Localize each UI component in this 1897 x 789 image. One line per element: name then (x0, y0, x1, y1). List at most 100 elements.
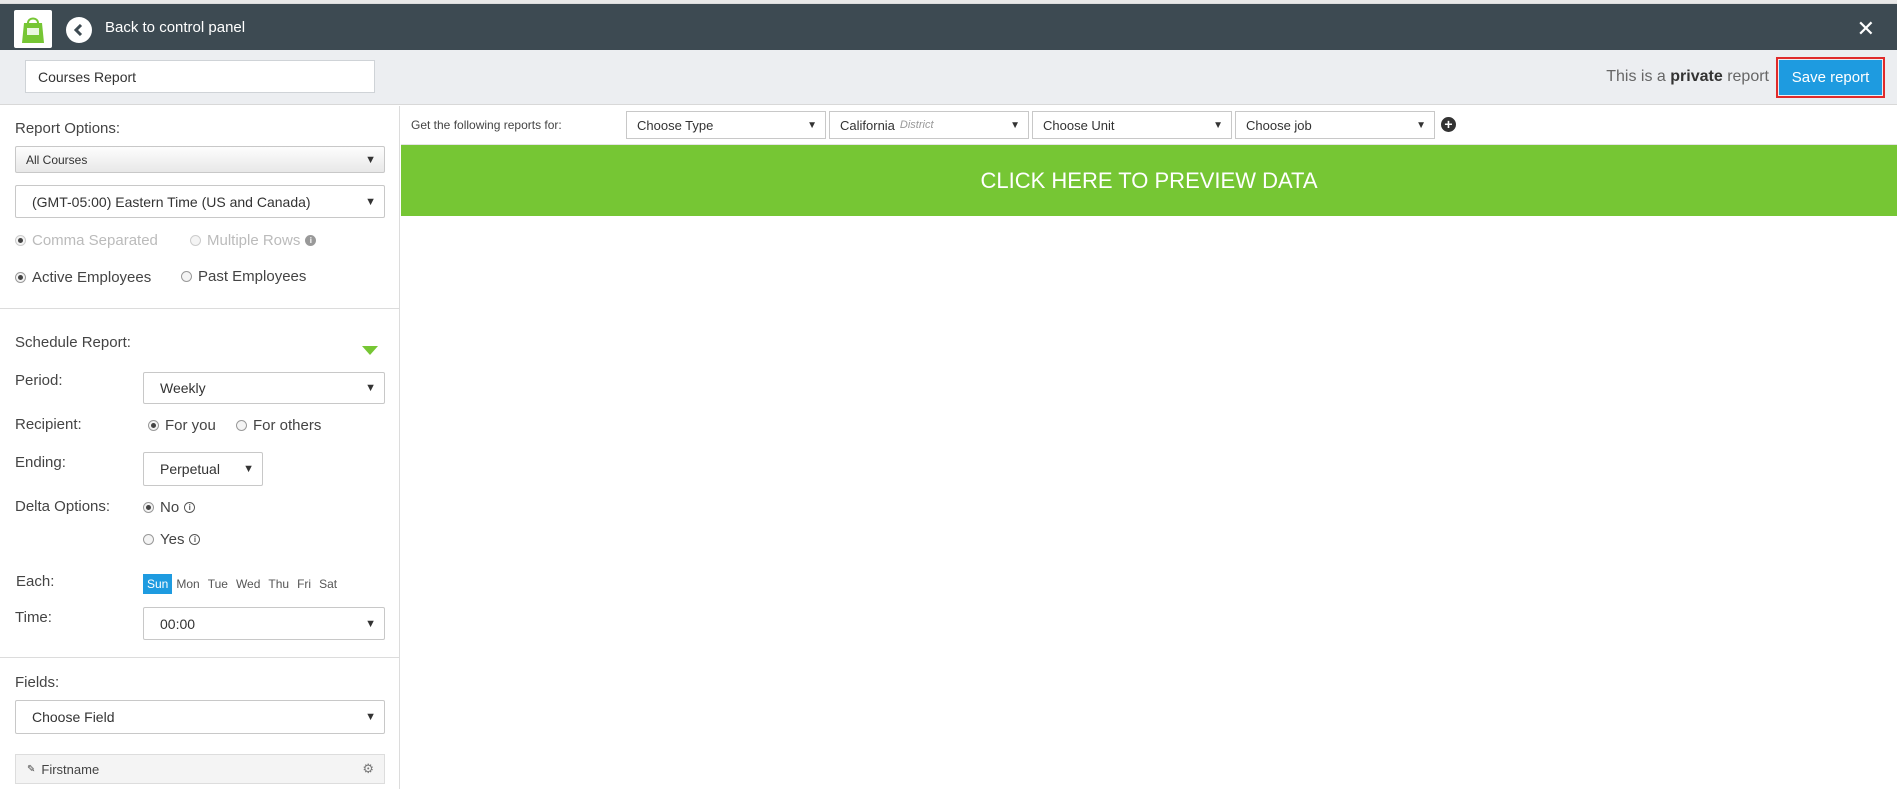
recipient-others-label: For others (253, 417, 322, 434)
field-item-label: Firstname (41, 761, 100, 777)
active-employees-label: Active Employees (32, 269, 152, 286)
day-sat[interactable]: Sat (315, 574, 341, 594)
save-report-button[interactable]: Save report (1779, 60, 1882, 95)
chevron-left-icon (73, 24, 83, 36)
back-to-control-panel-link[interactable]: Back to control panel (105, 19, 245, 36)
format-rows-radio[interactable]: Multiple Rows i (190, 232, 317, 249)
privacy-suffix: report (1727, 68, 1769, 85)
choose-type-value: Choose Type (637, 117, 714, 133)
info-icon[interactable]: i (189, 534, 201, 545)
delta-no-radio[interactable]: No i (143, 499, 196, 516)
preview-data-button[interactable]: CLICK HERE TO PREVIEW DATA (401, 145, 1897, 216)
courses-select-value: All Courses (26, 152, 88, 167)
recipient-you-label: For you (165, 417, 216, 434)
day-thu[interactable]: Thu (264, 574, 293, 594)
privacy-word[interactable]: private (1670, 68, 1722, 85)
filter-label: Get the following reports for: (411, 118, 562, 132)
delta-no-label: No (160, 499, 180, 516)
chevron-down-icon: ▼ (365, 711, 376, 723)
choose-job-value: Choose job (1246, 117, 1312, 133)
day-fri[interactable]: Fri (293, 574, 315, 594)
ending-select[interactable]: Perpetual ▼ (143, 452, 263, 486)
close-icon[interactable]: ✕ (1857, 16, 1875, 42)
day-tue[interactable]: Tue (204, 574, 232, 594)
chevron-down-icon: ▼ (1213, 120, 1223, 131)
back-button[interactable] (66, 17, 92, 43)
past-employees-radio[interactable]: Past Employees (181, 268, 306, 285)
radio-dot (15, 235, 26, 246)
fields-title: Fields: (15, 674, 60, 691)
radio-dot (143, 534, 154, 545)
active-employees-radio[interactable]: Active Employees (15, 269, 151, 286)
divider (0, 657, 399, 658)
day-wed[interactable]: Wed (232, 574, 264, 594)
each-label: Each: (16, 573, 55, 590)
district-tag: District (899, 119, 934, 131)
privacy-note: This is a private report (1606, 68, 1769, 86)
radio-dot (143, 502, 154, 513)
choose-unit-select[interactable]: Choose Unit ▼ (1032, 111, 1232, 139)
report-header: This is a private report Save report (0, 50, 1897, 105)
privacy-prefix: This is a (1606, 68, 1666, 85)
divider (0, 308, 399, 309)
chevron-down-icon: ▼ (365, 195, 376, 208)
recipient-others-radio[interactable]: For others (236, 417, 321, 434)
choose-unit-value: Choose Unit (1043, 117, 1115, 133)
chevron-down-icon: ▼ (1416, 120, 1426, 131)
save-button-highlight: Save report (1776, 57, 1885, 98)
gear-icon[interactable]: ⚙ (362, 761, 374, 777)
chevron-down-icon: ▼ (365, 617, 376, 630)
radio-dot (190, 235, 201, 246)
period-select[interactable]: Weekly ▼ (143, 372, 385, 404)
past-employees-label: Past Employees (198, 268, 307, 285)
report-name-input[interactable] (25, 60, 375, 93)
time-select[interactable]: 00:00 ▼ (143, 607, 385, 640)
format-rows-label: Multiple Rows (207, 232, 301, 249)
weekday-picker: Sun Mon Tue Wed Thu Fri Sat (143, 574, 341, 594)
courses-select[interactable]: All Courses ▼ (15, 146, 385, 173)
info-icon[interactable]: i (305, 235, 317, 246)
period-label: Period: (15, 372, 63, 389)
recipient-you-radio[interactable]: For you (148, 417, 216, 434)
choose-field-value: Choose Field (32, 709, 115, 725)
recipient-label: Recipient: (15, 416, 82, 433)
choose-type-select[interactable]: Choose Type ▼ (626, 111, 826, 139)
delta-options-label: Delta Options: (15, 498, 111, 515)
radio-dot (148, 420, 159, 431)
radio-dot (181, 271, 192, 282)
info-icon[interactable]: i (184, 502, 196, 513)
schedule-report-title: Schedule Report: (15, 334, 131, 351)
chevron-down-icon: ▼ (365, 153, 376, 166)
timezone-select-value: (GMT-05:00) Eastern Time (US and Canada) (32, 193, 311, 210)
day-sun[interactable]: Sun (143, 574, 173, 594)
chevron-down-icon: ▼ (807, 120, 817, 131)
chevron-down-icon: ▼ (1010, 120, 1020, 131)
delta-yes-label: Yes (160, 531, 185, 548)
chevron-down-icon: ▼ (243, 463, 254, 475)
radio-dot (15, 272, 26, 283)
edit-icon[interactable]: ✎ (27, 764, 35, 775)
top-bar: Back to control panel ✕ (0, 3, 1897, 50)
chevron-down-icon: ▼ (365, 382, 376, 394)
ending-label: Ending: (15, 454, 66, 471)
period-select-value: Weekly (160, 380, 206, 396)
shopping-bag-icon (14, 10, 52, 48)
timezone-select[interactable]: (GMT-05:00) Eastern Time (US and Canada)… (15, 185, 385, 218)
radio-dot (236, 420, 247, 431)
day-mon[interactable]: Mon (172, 574, 203, 594)
district-name: California (840, 117, 895, 133)
field-item-firstname[interactable]: ✎ Firstname ⚙ (15, 754, 385, 784)
filter-row: Get the following reports for: Choose Ty… (401, 106, 1897, 145)
choose-field-select[interactable]: Choose Field ▼ (15, 700, 385, 734)
time-select-value: 00:00 (160, 615, 196, 632)
collapse-triangle-icon[interactable] (362, 346, 378, 355)
district-select[interactable]: California District ▼ (829, 111, 1029, 139)
ending-select-value: Perpetual (160, 461, 220, 477)
time-label: Time: (15, 609, 52, 626)
choose-job-select[interactable]: Choose job ▼ (1235, 111, 1435, 139)
format-comma-radio[interactable]: Comma Separated (15, 232, 158, 249)
report-options-title: Report Options: (15, 120, 121, 137)
add-filter-icon[interactable]: + (1441, 117, 1456, 132)
delta-yes-radio[interactable]: Yes i (143, 531, 201, 548)
left-panel: Report Options: All Courses ▼ (GMT-05:00… (0, 106, 400, 789)
